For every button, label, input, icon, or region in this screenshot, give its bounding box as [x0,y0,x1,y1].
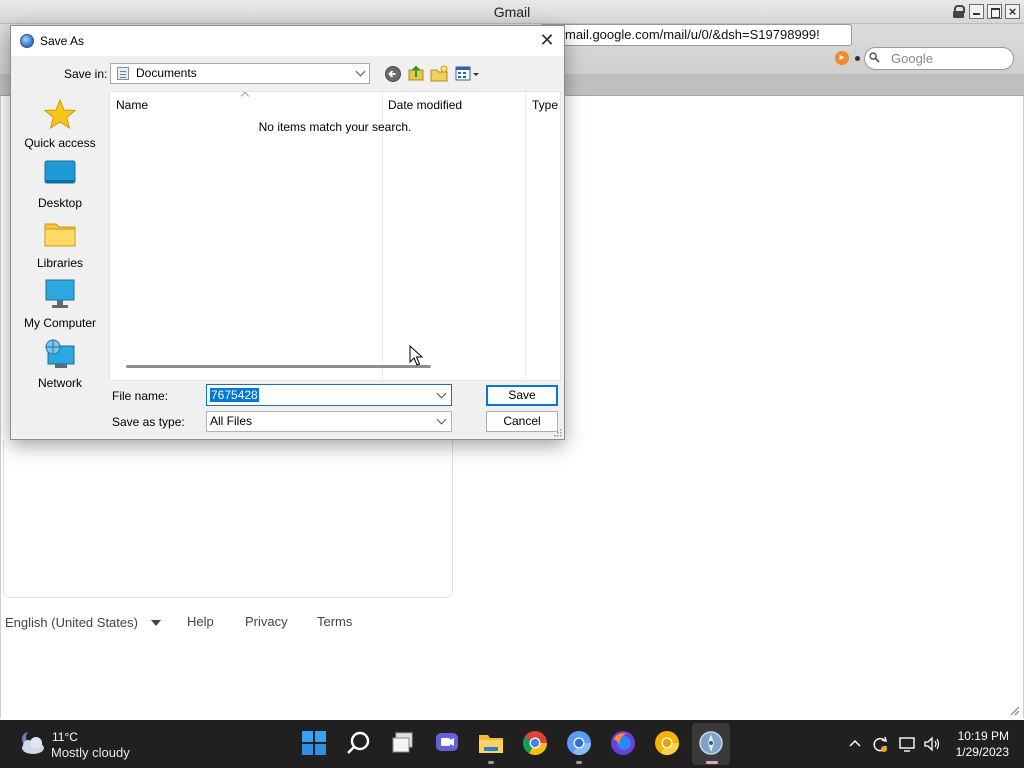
search-input[interactable]: Google [864,47,1014,70]
save-in-dropdown[interactable]: Documents [110,63,370,84]
dialog-resize-grip-icon[interactable] [553,428,562,437]
volume-icon[interactable] [923,735,941,753]
place-libraries[interactable]: Libraries [11,218,109,270]
active-indicator [706,761,718,764]
column-header-name[interactable]: Name [116,98,148,112]
file-name-value: 7675428 [210,388,259,402]
close-window-button[interactable]: × [1005,4,1020,19]
horizontal-scrollbar[interactable] [126,365,431,368]
chromium-icon[interactable] [566,730,592,756]
new-folder-icon[interactable] [430,65,448,83]
save-in-label: Save in: [64,67,108,81]
clock-time[interactable]: 10:19 PM [958,729,1009,743]
chevron-up-icon[interactable] [846,735,864,753]
star-icon [43,98,77,130]
column-divider[interactable] [525,92,526,382]
cancel-button[interactable]: Cancel [486,411,558,432]
file-name-input[interactable]: 7675428 [206,384,452,406]
empty-folder-message: No items match your search. [110,120,560,134]
minimize-button[interactable] [969,4,984,19]
chrome-canary-icon[interactable] [654,730,680,756]
weather-temperature[interactable]: 11°C [52,730,78,744]
sort-ascending-icon [240,91,250,101]
column-header-date-modified[interactable]: Date modified [388,98,462,112]
empty-message-text: No items match your search. [258,120,412,134]
task-view-icon[interactable] [390,730,416,756]
dialog-close-button[interactable]: ✕ [536,30,558,52]
browser-window-title: Gmail [493,4,531,20]
running-indicator [576,761,582,764]
back-arrow-icon[interactable] [384,65,402,83]
dialog-title: Save As [40,34,85,48]
taskbar: 11°C Mostly cloudy 10:19 PM 1/29/2023 [0,720,1024,768]
computer-monitor-icon [45,279,75,308]
file-name-label: File name: [112,389,169,403]
place-label: Network [37,376,82,390]
desktop-icon [44,160,76,184]
search-icon[interactable] [346,730,372,756]
mouse-pointer-icon [409,345,424,366]
dialog-titlebar: Save As ✕ [11,26,564,56]
resize-grip-icon[interactable] [1010,706,1020,716]
firefox-icon[interactable] [610,730,636,756]
documents-icon [117,67,129,80]
help-link[interactable]: Help [187,614,214,629]
globe-icon [20,34,34,48]
running-indicator [488,761,494,764]
window-controls: × [951,4,1020,19]
address-dropdown-icon[interactable] [855,56,860,61]
weather-description[interactable]: Mostly cloudy [51,745,130,760]
save-as-type-value: All Files [210,414,253,428]
login-card [3,440,453,598]
privacy-link[interactable]: Privacy [245,614,288,629]
monitor-network-icon[interactable] [898,735,916,753]
teams-chat-icon[interactable] [434,730,460,756]
file-explorer-icon[interactable] [478,730,504,756]
language-selector[interactable]: English (United States) [5,615,138,630]
file-list[interactable]: Name Date modified Type No items match y… [109,91,561,382]
chevron-down-icon[interactable] [151,620,161,626]
weather-cloud-moon-icon[interactable] [18,730,46,756]
place-label: Libraries [36,256,84,270]
search-engine-icon[interactable] [869,52,880,63]
up-folder-icon[interactable] [407,64,425,82]
maximize-button[interactable] [987,4,1002,19]
save-in-value: Documents [136,66,197,80]
place-label: Quick access [24,136,96,150]
place-quick-access[interactable]: Quick access [11,98,109,150]
rss-feed-icon[interactable]: ▸ [835,51,849,65]
sync-icon[interactable] [871,735,889,753]
save-button[interactable]: Save [486,385,558,406]
save-as-type-dropdown[interactable]: All Files [206,411,452,432]
place-my-computer[interactable]: My Computer [11,278,109,330]
place-network[interactable]: Network [11,338,109,390]
column-header-type[interactable]: Type [532,98,558,112]
view-menu-icon[interactable] [455,65,481,83]
places-bar: Quick access Desktop Libraries My Comput… [11,94,109,437]
network-globe-icon [45,339,75,368]
place-desktop[interactable]: Desktop [11,158,109,210]
browser-app-icon[interactable] [698,730,724,756]
chrome-icon[interactable] [522,730,548,756]
address-bar[interactable]: mail.google.com/mail/u/0/&dsh=S19798999! [540,24,852,46]
libraries-folder-icon [44,223,76,247]
place-label: Desktop [37,196,83,210]
place-label: My Computer [23,316,97,330]
start-icon[interactable] [301,730,327,756]
lock-icon [951,4,966,19]
column-divider[interactable] [382,92,383,382]
save-as-type-label: Save as type: [112,415,185,429]
terms-link[interactable]: Terms [317,614,352,629]
browser-titlebar: Gmail × [0,0,1024,24]
save-as-dialog: Save As ✕ Save in: Documents Quick acces… [10,25,565,440]
clock-date[interactable]: 1/29/2023 [956,745,1009,759]
